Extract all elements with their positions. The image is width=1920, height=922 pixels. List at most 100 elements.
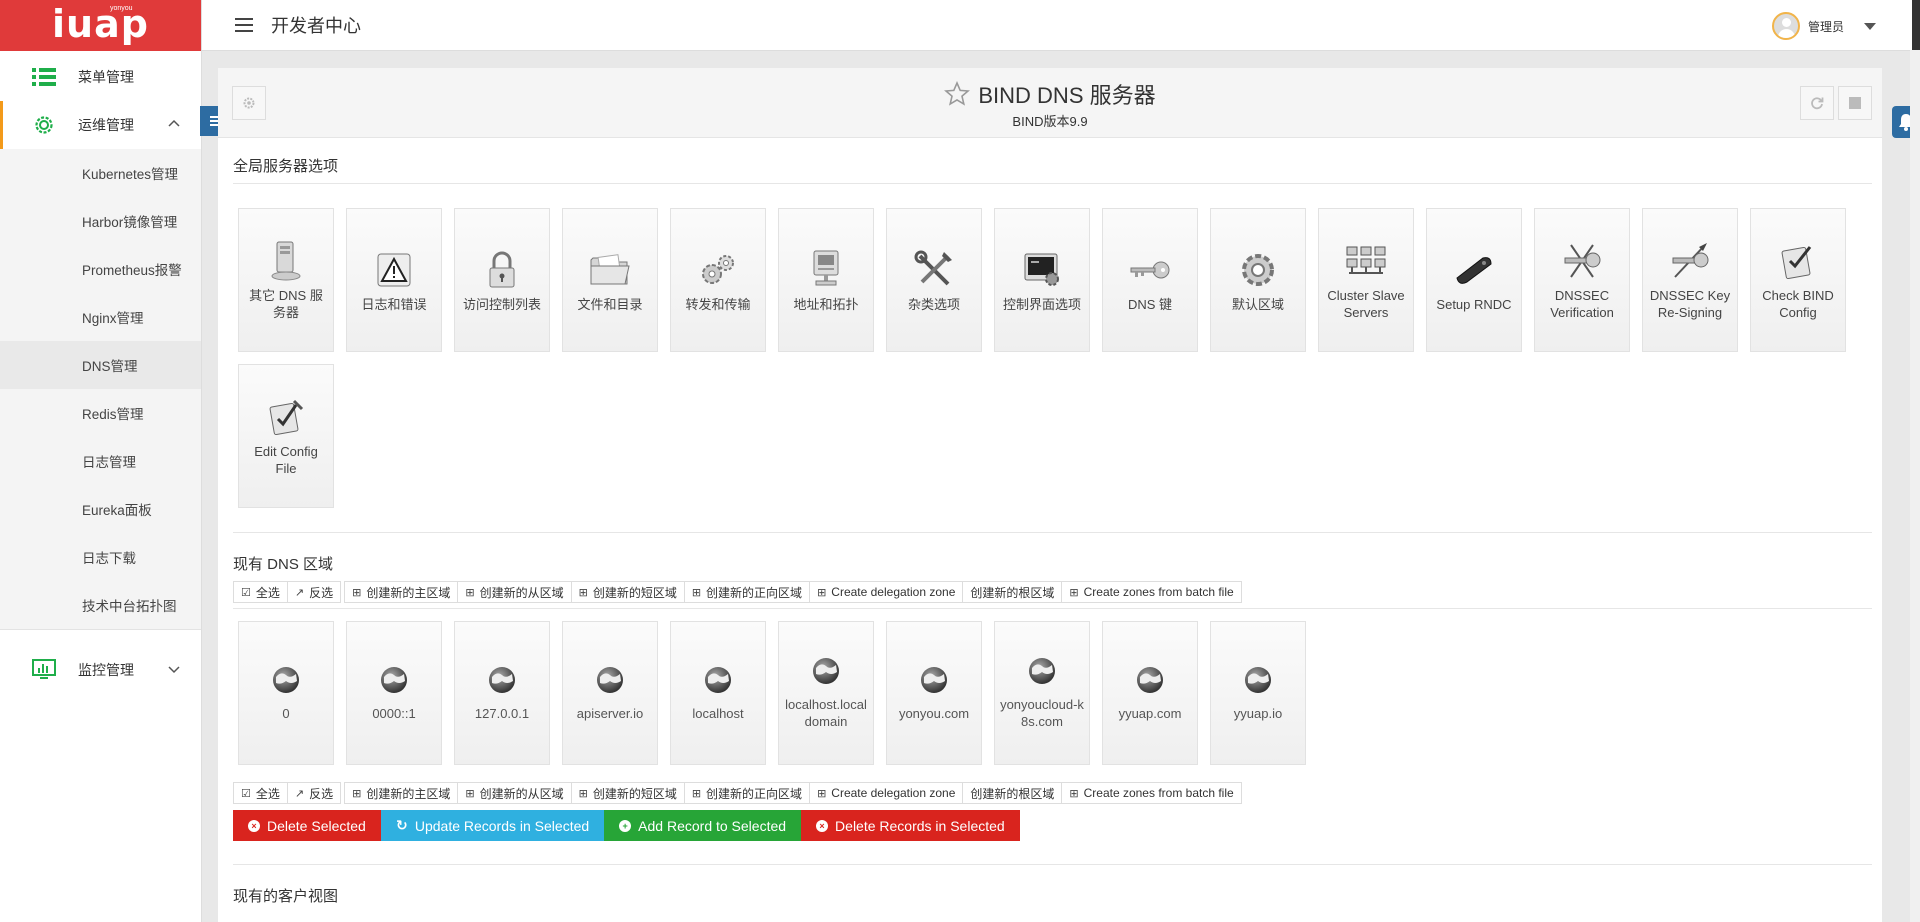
- select-all-button[interactable]: ☑ 全选: [233, 581, 288, 603]
- plus-square-icon: ⊞: [691, 787, 702, 800]
- tools-icon: [912, 248, 956, 292]
- sidebar-item-harbor[interactable]: Harbor镜像管理: [0, 197, 201, 245]
- page-scrollbar[interactable]: [1910, 50, 1920, 922]
- add-record-button[interactable]: + Add Record to Selected: [604, 810, 802, 841]
- invert-selection-button[interactable]: ↗ 反选: [286, 581, 342, 603]
- sidebar-group-label: 监控管理: [78, 662, 134, 678]
- chevron-up-icon: [168, 119, 180, 127]
- sidebar-group-ops[interactable]: 运维管理: [0, 101, 201, 149]
- zone-tile[interactable]: apiserver.io: [562, 621, 658, 765]
- create-master-zone-button[interactable]: ⊞ 创建新的主区域: [344, 782, 459, 804]
- hamburger-menu-icon[interactable]: [235, 18, 253, 32]
- chevron-down-icon: [168, 666, 180, 674]
- tile-label: 默认区域: [1231, 296, 1284, 312]
- dnssec-key-icon: [1560, 239, 1604, 283]
- plus-square-icon: ⊞: [817, 787, 827, 800]
- tile-addresses-topology[interactable]: 地址和拓扑: [778, 208, 874, 352]
- plus-square-icon: ⊞: [1069, 787, 1079, 800]
- tile-check-bind-config[interactable]: Check BIND Config: [1750, 208, 1846, 352]
- create-forward-zone-button[interactable]: ⊞ 创建新的正向区域: [683, 581, 811, 603]
- brand-logo[interactable]: yonyou iuap: [0, 0, 201, 51]
- user-menu[interactable]: 管理员: [1771, 12, 1876, 40]
- update-records-button[interactable]: ↻ Update Records in Selected: [380, 810, 605, 841]
- share-icon: ↗: [294, 586, 305, 599]
- tile-access-control-lists[interactable]: 访问控制列表: [454, 208, 550, 352]
- create-master-zone-button[interactable]: ⊞ 创建新的主区域: [344, 581, 459, 603]
- create-root-zone-button[interactable]: 创建新的根区域: [962, 581, 1063, 603]
- tile-other-dns-servers[interactable]: 其它 DNS 服务器: [238, 208, 334, 352]
- sidebar-group-label: 运维管理: [78, 117, 134, 133]
- create-slave-zone-button[interactable]: ⊞ 创建新的从区域: [457, 782, 572, 804]
- globe-icon: [921, 666, 947, 693]
- zone-label: 0000::1: [372, 705, 416, 721]
- create-zones-batch-button[interactable]: ⊞ Create zones from batch file: [1061, 581, 1242, 603]
- create-forward-zone-button[interactable]: ⊞ 创建新的正向区域: [683, 782, 811, 804]
- delete-records-button[interactable]: × Delete Records in Selected: [801, 810, 1020, 841]
- tile-dnssec-verification[interactable]: DNSSEC Verification: [1534, 208, 1630, 352]
- zone-tile[interactable]: 0000::1: [346, 621, 442, 765]
- sidebar-item-kubernetes[interactable]: Kubernetes管理: [0, 149, 201, 197]
- sidebar-group-monitor[interactable]: 监控管理: [0, 646, 201, 694]
- tile-forwarding-transfers[interactable]: 转发和传输: [670, 208, 766, 352]
- create-delegation-zone-button[interactable]: ⊞ Create delegation zone: [809, 782, 964, 804]
- tile-files-directories[interactable]: 文件和目录: [562, 208, 658, 352]
- create-delegation-zone-button[interactable]: ⊞ Create delegation zone: [809, 581, 964, 603]
- create-stub-zone-button[interactable]: ⊞ 创建新的短区域: [570, 782, 685, 804]
- tile-control-interface-options[interactable]: 控制界面选项: [994, 208, 1090, 352]
- divider: [233, 532, 1872, 533]
- tile-dns-keys[interactable]: DNS 键: [1102, 208, 1198, 352]
- tile-logging-errors[interactable]: 日志和错误: [346, 208, 442, 352]
- tile-cluster-slave-servers[interactable]: Cluster Slave Servers: [1318, 208, 1414, 352]
- create-slave-zone-button[interactable]: ⊞ 创建新的从区域: [457, 581, 572, 603]
- sidebar-item-dns[interactable]: DNS管理: [0, 341, 201, 389]
- panel-header: BIND DNS 服务器 BIND版本9.9: [218, 68, 1882, 138]
- share-icon: ↗: [294, 787, 305, 800]
- plus-square-icon: ⊞: [465, 787, 475, 800]
- tile-setup-rndc[interactable]: Setup RNDC: [1426, 208, 1522, 352]
- create-stub-zone-button[interactable]: ⊞ 创建新的短区域: [570, 581, 685, 603]
- zone-tile[interactable]: yyuap.io: [1210, 621, 1306, 765]
- tile-default-zones[interactable]: 默认区域: [1210, 208, 1306, 352]
- tile-edit-config-file[interactable]: Edit Config File: [238, 364, 334, 508]
- panel-title-block: BIND DNS 服务器 BIND版本9.9: [218, 78, 1882, 130]
- create-root-zone-button[interactable]: 创建新的根区域: [962, 782, 1063, 804]
- zone-toolbar-top: ☑ 全选 ↗ 反选 ⊞ 创建新的主区域 ⊞ 创建新的从区域 ⊞ 创建新的短区域 ⊞ 创建新的…: [233, 581, 1242, 603]
- tile-label: 文件和目录: [577, 296, 643, 312]
- plus-square-icon: ⊞: [352, 787, 362, 800]
- sidebar-item-eureka[interactable]: Eureka面板: [0, 485, 201, 533]
- zone-tile[interactable]: 0: [238, 621, 334, 765]
- client-views-title: 现有的客户视图: [233, 888, 339, 905]
- tile-dnssec-key-resigning[interactable]: DNSSEC Key Re-Signing: [1642, 208, 1738, 352]
- computer-icon: [804, 248, 848, 292]
- zone-tile[interactable]: localhost.localdomain: [778, 621, 874, 765]
- invert-selection-button[interactable]: ↗ 反选: [286, 782, 342, 804]
- lock-icon: [480, 248, 524, 292]
- gears-icon: [696, 248, 740, 292]
- top-scrollbar[interactable]: [1912, 0, 1920, 54]
- star-icon[interactable]: [944, 81, 971, 107]
- dnssec-resign-icon: [1668, 239, 1712, 283]
- sidebar-item-redis[interactable]: Redis管理: [0, 389, 201, 437]
- refresh-icon: ↻: [395, 817, 408, 833]
- times-circle-icon: ×: [248, 819, 260, 832]
- tile-label: 日志和错误: [361, 296, 427, 312]
- tile-label: DNSSEC Verification: [1550, 288, 1614, 320]
- zone-tile[interactable]: localhost: [670, 621, 766, 765]
- sidebar-group-menu[interactable]: 菜单管理: [0, 53, 201, 101]
- zone-tile[interactable]: yonyoucloud-k8s.com: [994, 621, 1090, 765]
- sidebar-item-nginx[interactable]: Nginx管理: [0, 293, 201, 341]
- zone-tile[interactable]: 127.0.0.1: [454, 621, 550, 765]
- sidebar-item-prometheus[interactable]: Prometheus报警: [0, 245, 201, 293]
- sidebar-item-log-download[interactable]: 日志下载: [0, 533, 201, 581]
- refresh-button[interactable]: [1800, 86, 1834, 120]
- sidebar-item-logs[interactable]: 日志管理: [0, 437, 201, 485]
- avatar: [1771, 12, 1800, 40]
- sidebar-item-topology[interactable]: 技术中台拓扑图: [0, 581, 201, 629]
- zone-tile[interactable]: yonyou.com: [886, 621, 982, 765]
- zone-tile[interactable]: yyuap.com: [1102, 621, 1198, 765]
- tile-misc-options[interactable]: 杂类选项: [886, 208, 982, 352]
- delete-selected-button[interactable]: × Delete Selected: [233, 810, 381, 841]
- stop-button[interactable]: [1838, 86, 1872, 120]
- create-zones-batch-button[interactable]: ⊞ Create zones from batch file: [1061, 782, 1242, 804]
- select-all-button[interactable]: ☑ 全选: [233, 782, 288, 804]
